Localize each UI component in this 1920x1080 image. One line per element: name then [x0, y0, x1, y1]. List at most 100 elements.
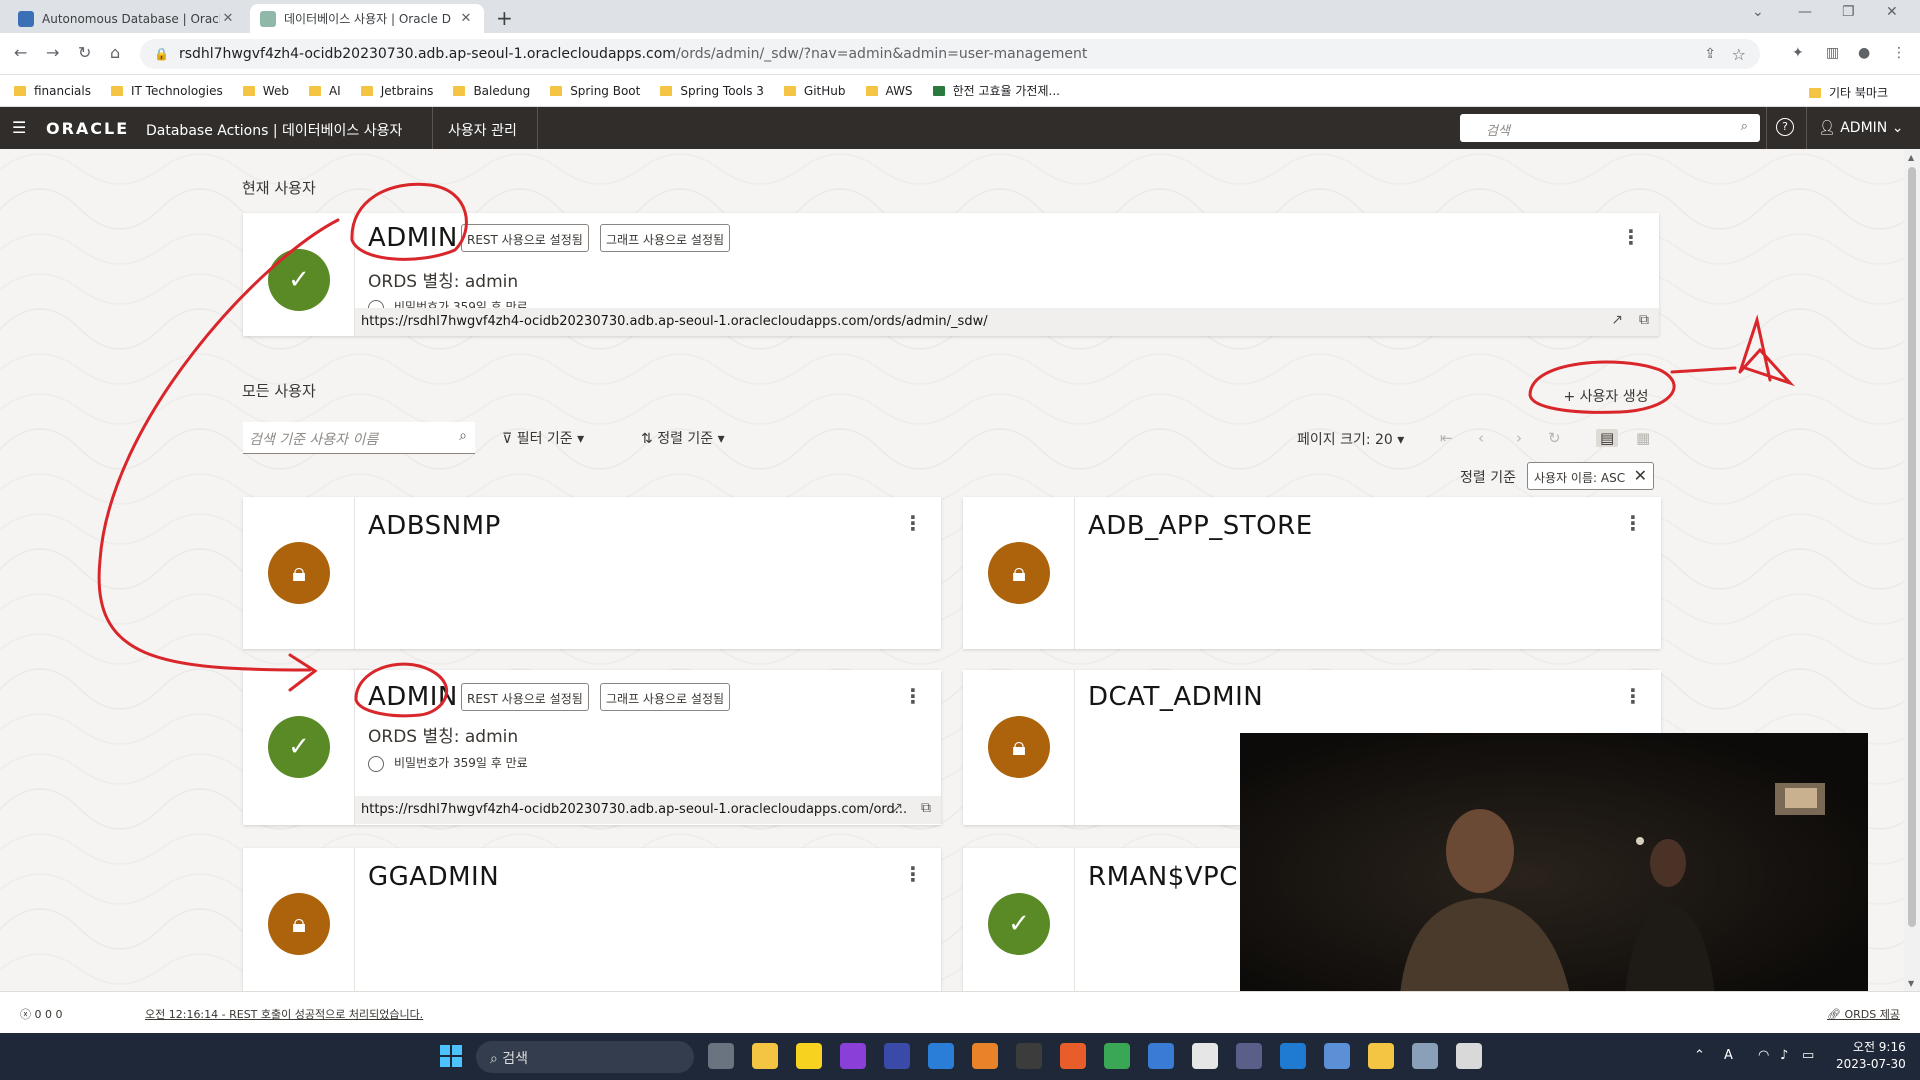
card-menu-icon[interactable]: ⋮	[903, 684, 923, 708]
sticky-notes-icon[interactable]	[796, 1043, 822, 1069]
help-icon[interactable]: ?	[1776, 118, 1794, 136]
scroll-down-icon[interactable]: ▼	[1908, 979, 1914, 988]
vscode-icon[interactable]	[928, 1043, 954, 1069]
current-user-card[interactable]: ✓ ADMIN REST 사용으로 설정됨 그래프 사용으로 설정됨 ORDS …	[243, 213, 1659, 336]
header-search-input[interactable]: 검색 ⌕	[1460, 114, 1760, 142]
card-menu-icon[interactable]: ⋮	[1623, 684, 1643, 708]
open-url-icon[interactable]: ↗	[891, 800, 903, 816]
close-tab-icon[interactable]: ✕	[220, 11, 236, 26]
tray-overflow-icon[interactable]: ⌃	[1694, 1048, 1705, 1063]
remove-sort-icon[interactable]: ✕	[1634, 466, 1647, 485]
reload-icon[interactable]: ↻	[78, 43, 91, 62]
bookmark-spring-boot[interactable]: Spring Boot	[550, 84, 640, 98]
bookmark-web[interactable]: Web	[242, 84, 289, 98]
prev-page-icon[interactable]: ‹	[1478, 429, 1484, 447]
search-icon[interactable]: ⌕	[1741, 119, 1748, 134]
system-clock[interactable]: 오전 9:16 2023-07-30	[1836, 1039, 1906, 1073]
tab-database-users[interactable]: 데이터베이스 사용자 | Oracle D ✕	[250, 4, 484, 33]
input-method-icon[interactable]: A	[1724, 1048, 1733, 1063]
tab-autonomous-database[interactable]: Autonomous Database | Oracle ✕	[8, 4, 246, 33]
sublime-icon[interactable]	[972, 1043, 998, 1069]
taskbar-search[interactable]: ⌕ 검색	[476, 1041, 694, 1073]
sort-chip[interactable]: 사용자 이름: ASC ✕	[1527, 462, 1654, 490]
bookmark-it-technologies[interactable]: IT Technologies	[111, 84, 223, 98]
r-app-icon[interactable]	[1148, 1043, 1174, 1069]
search-icon[interactable]: ⌕	[459, 428, 467, 444]
app-icon[interactable]	[1324, 1043, 1350, 1069]
scrollbar-thumb[interactable]	[1908, 167, 1916, 927]
copy-url-icon[interactable]: ⧉	[921, 800, 931, 816]
page-size-dropdown[interactable]: 페이지 크기: 20 ▾	[1297, 429, 1404, 449]
user-card-adbsnmp[interactable]: 🔒︎ ADBSNMP ⋮	[243, 497, 941, 649]
page-scrollbar[interactable]: ▲ ▼	[1904, 149, 1920, 991]
scroll-up-icon[interactable]: ▲	[1908, 153, 1914, 162]
file-explorer-icon[interactable]	[752, 1043, 778, 1069]
next-page-icon[interactable]: ›	[1516, 429, 1522, 447]
folder-icon[interactable]	[1368, 1043, 1394, 1069]
lock-icon[interactable]: 🔒	[154, 47, 169, 61]
user-card-ggadmin[interactable]: 🔒︎ GGADMIN ⋮	[243, 848, 941, 991]
create-user-button[interactable]: + 사용자 생성	[1540, 381, 1672, 413]
tab-search-icon[interactable]: ⌄	[1752, 4, 1764, 20]
volume-icon[interactable]: ♪	[1780, 1048, 1788, 1063]
card-view-icon[interactable]: ▤	[1596, 429, 1619, 447]
bookmark-github[interactable]: GitHub	[783, 84, 846, 98]
bookmark-baledung[interactable]: Baledung	[453, 84, 530, 98]
card-menu-icon[interactable]: ⋮	[903, 862, 923, 886]
bookmark-other[interactable]: 기타 북마크	[1808, 84, 1888, 101]
battery-icon[interactable]: ▭	[1802, 1048, 1814, 1063]
terminal-icon[interactable]	[1016, 1043, 1042, 1069]
app-icon[interactable]	[1280, 1043, 1306, 1069]
close-tab-icon[interactable]: ✕	[458, 11, 474, 26]
chrome-icon[interactable]	[1104, 1043, 1130, 1069]
bookmark-kepco[interactable]: 한전 고효율 가전제...	[932, 82, 1060, 99]
close-window-button[interactable]: ✕	[1886, 4, 1898, 20]
side-panel-icon[interactable]: ▥	[1826, 45, 1839, 61]
hamburger-menu-icon[interactable]: ☰	[12, 118, 26, 137]
url-input[interactable]: 🔒 rsdhl7hwgvf4zh4-ocidb20230730.adb.ap-s…	[140, 39, 1760, 69]
first-page-icon[interactable]: ⇤	[1440, 429, 1453, 447]
bookmark-ai[interactable]: AI	[308, 84, 341, 98]
forward-icon[interactable]: →	[46, 43, 59, 62]
task-view-icon[interactable]	[708, 1043, 734, 1069]
app-icon[interactable]	[1412, 1043, 1438, 1069]
sort-dropdown[interactable]: ⇅ 정렬 기준 ▾	[641, 428, 725, 448]
app-icon[interactable]	[1192, 1043, 1218, 1069]
bookmark-aws[interactable]: AWS	[865, 84, 913, 98]
copy-url-icon[interactable]: ⧉	[1639, 312, 1649, 328]
nav-user-management[interactable]: 사용자 관리	[448, 120, 517, 140]
bookmark-spring-tools[interactable]: Spring Tools 3	[660, 84, 764, 98]
status-message[interactable]: 오전 12:16:14 - REST 호출이 성공적으로 처리되었습니다.	[145, 1006, 423, 1022]
card-menu-icon[interactable]: ⋮	[1623, 511, 1643, 535]
new-tab-button[interactable]: +	[496, 6, 513, 30]
bookmark-jetbrains[interactable]: Jetbrains	[360, 84, 433, 98]
open-url-icon[interactable]: ↗	[1611, 312, 1623, 328]
wifi-icon[interactable]: ◠	[1758, 1048, 1769, 1063]
filter-dropdown[interactable]: ⊽ 필터 기준 ▾	[502, 428, 584, 448]
card-menu-icon[interactable]: ⋮	[1621, 225, 1641, 249]
eclipse-icon[interactable]	[884, 1043, 910, 1069]
minimize-button[interactable]: —	[1798, 4, 1812, 20]
profile-icon[interactable]: ●	[1858, 45, 1870, 61]
app-icon[interactable]	[1236, 1043, 1262, 1069]
home-icon[interactable]: ⌂	[110, 43, 120, 62]
intellij-icon[interactable]	[840, 1043, 866, 1069]
bookmark-star-icon[interactable]: ☆	[1732, 45, 1746, 64]
user-card-admin[interactable]: ✓ ADMIN REST 사용으로 설정됨 그래프 사용으로 설정됨 ORDS …	[243, 670, 941, 825]
picture-in-picture-video[interactable]	[1240, 733, 1868, 994]
table-view-icon[interactable]: ▦	[1636, 429, 1650, 447]
share-icon[interactable]: ⇪	[1704, 46, 1716, 62]
browser-menu-icon[interactable]: ⋮	[1892, 45, 1906, 61]
notification-counts[interactable]: ⓧ 0 0 0	[20, 1006, 63, 1022]
user-card-adb-app-store[interactable]: 🔒︎ ADB_APP_STORE ⋮	[963, 497, 1661, 649]
app-icon[interactable]	[1456, 1043, 1482, 1069]
user-menu[interactable]: 👤︎ ADMIN ⌄	[1818, 120, 1903, 136]
bookmark-financials[interactable]: financials	[14, 84, 91, 98]
back-icon[interactable]: ←	[14, 43, 27, 62]
user-search-input[interactable]: 검색 기준 사용자 이름 ⌕	[243, 422, 475, 454]
start-button[interactable]	[440, 1045, 462, 1067]
restore-button[interactable]: ❐	[1842, 4, 1855, 20]
extensions-icon[interactable]: ✦	[1792, 45, 1804, 61]
ords-link[interactable]: 🔗︎ ORDS 제공	[1827, 1006, 1900, 1022]
card-menu-icon[interactable]: ⋮	[903, 511, 923, 535]
